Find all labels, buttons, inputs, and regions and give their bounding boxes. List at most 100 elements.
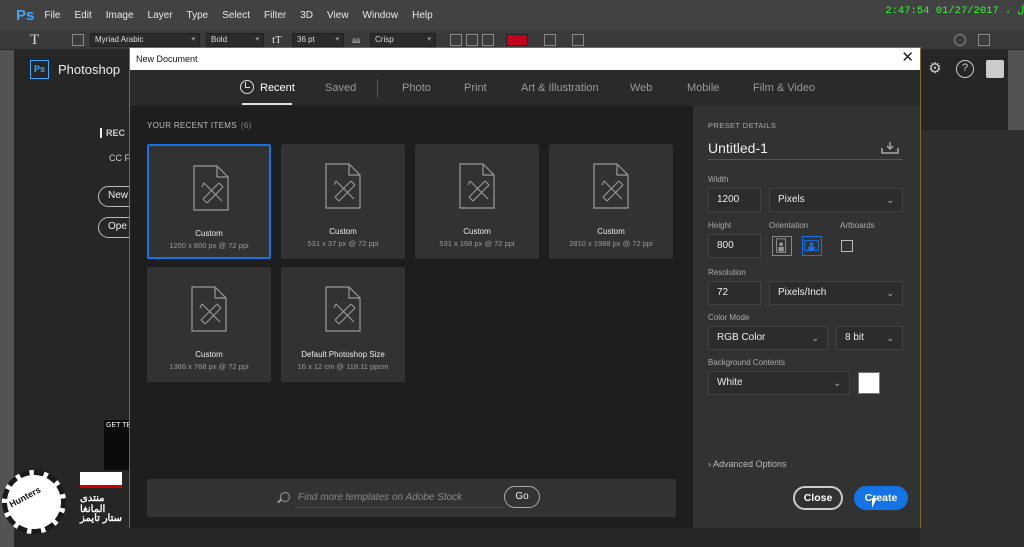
- character-panel-icon[interactable]: [572, 33, 584, 46]
- tab-print[interactable]: Print: [464, 82, 487, 94]
- help-icon[interactable]: ?: [956, 60, 974, 78]
- workspace-icon[interactable]: [978, 33, 990, 46]
- chevron-down-icon: ▾: [335, 35, 339, 43]
- width-input[interactable]: 1200: [708, 188, 761, 212]
- menu-type[interactable]: Type: [187, 10, 209, 21]
- menu-image[interactable]: Image: [106, 10, 134, 21]
- tab-recent[interactable]: Recent: [260, 82, 295, 94]
- tab-photo[interactable]: Photo: [402, 82, 431, 94]
- resolution-input[interactable]: 72: [708, 281, 761, 305]
- recent-item-card[interactable]: Default Photoshop Size 16 x 12 cm @ 118.…: [281, 267, 405, 382]
- photoshop-logo-icon: Ps: [30, 60, 49, 79]
- tab-bar: Recent Saved Photo Print Art & Illustrat…: [130, 70, 920, 106]
- warp-text-icon[interactable]: [544, 33, 556, 46]
- background-color-swatch[interactable]: [858, 372, 880, 394]
- menu-window[interactable]: Window: [363, 10, 399, 21]
- save-preset-icon[interactable]: [881, 141, 899, 154]
- search-underline: [295, 507, 505, 508]
- tab-film-video[interactable]: Film & Video: [753, 82, 815, 94]
- landscape-orientation-button[interactable]: [802, 236, 822, 256]
- recent-fragment: REC: [100, 128, 125, 138]
- align-center-icon[interactable]: [466, 33, 478, 46]
- resolution-unit-select[interactable]: Pixels/Inch ⌄: [769, 281, 903, 305]
- bit-depth-select[interactable]: 8 bit ⌄: [836, 326, 903, 350]
- item-name: Custom: [329, 227, 357, 236]
- chevron-down-icon: ▾: [255, 35, 259, 43]
- menu-select[interactable]: Select: [222, 10, 250, 21]
- menu-view[interactable]: View: [327, 10, 349, 21]
- chevron-down-icon: ⌄: [811, 333, 819, 343]
- menu-edit[interactable]: Edit: [74, 10, 91, 21]
- item-name: Custom: [195, 350, 223, 359]
- artboards-checkbox[interactable]: [841, 240, 853, 252]
- create-button[interactable]: Create: [854, 486, 908, 510]
- font-style-select[interactable]: Bold ▾: [206, 32, 264, 47]
- go-button[interactable]: Go: [504, 486, 540, 508]
- dialog-titlebar: New Document ✕: [130, 48, 920, 70]
- menu-filter[interactable]: Filter: [264, 10, 286, 21]
- stock-search-input[interactable]: Find more templates on Adobe Stock: [298, 492, 462, 503]
- item-name: Custom: [597, 227, 625, 236]
- width-label: Width: [708, 175, 729, 184]
- item-name: Custom: [463, 227, 491, 236]
- background-contents-select[interactable]: White ⌄: [708, 371, 850, 395]
- portrait-orientation-button[interactable]: [772, 236, 792, 256]
- search-icon: [280, 492, 290, 502]
- recent-item-card[interactable]: Custom 1200 x 800 px @ 72 ppi: [147, 144, 271, 259]
- dialog-title: New Document: [136, 54, 198, 64]
- height-label: Height: [708, 221, 732, 230]
- font-size-select[interactable]: 36 pt ▾: [292, 32, 344, 47]
- width-unit-value: Pixels: [778, 194, 805, 205]
- tab-web[interactable]: Web: [630, 82, 652, 94]
- search-icon[interactable]: [954, 33, 966, 46]
- font-size-icon: tT: [272, 33, 282, 46]
- gear-icon[interactable]: ⚙: [926, 60, 944, 78]
- landscape-icon: [804, 240, 819, 251]
- recent-item-card[interactable]: Custom 531 x 168 px @ 72 ppi: [415, 144, 539, 259]
- text-color-swatch[interactable]: [506, 33, 528, 46]
- document-icon: [593, 163, 629, 209]
- clock-icon: [240, 80, 254, 94]
- font-family-select[interactable]: Myriad Arabic ▾: [90, 32, 200, 47]
- align-left-icon[interactable]: [450, 33, 462, 46]
- background-contents-value: White: [717, 377, 743, 388]
- tab-art-illustration[interactable]: Art & Illustration: [521, 82, 599, 94]
- recent-items-label: YOUR RECENT ITEMS: [147, 121, 237, 130]
- document-name-field[interactable]: Untitled-1: [708, 140, 768, 156]
- antialias-select[interactable]: Crisp ▾: [370, 32, 436, 47]
- cc-fragment: CC F: [109, 153, 130, 163]
- menu-file[interactable]: File: [44, 10, 60, 21]
- recent-items-count: (6): [240, 121, 252, 130]
- close-button[interactable]: Close: [793, 486, 843, 510]
- portrait-icon: [776, 238, 787, 253]
- tab-mobile[interactable]: Mobile: [687, 82, 719, 94]
- avatar[interactable]: [986, 60, 1004, 78]
- height-input[interactable]: 800: [708, 234, 761, 258]
- menu-bar: Ps File Edit Image Layer Type Select Fil…: [0, 0, 1024, 30]
- menu-help[interactable]: Help: [412, 10, 433, 21]
- bit-depth-value: 8 bit: [845, 332, 864, 343]
- item-dimensions: 531 x 37 px @ 72 ppi: [307, 239, 379, 248]
- item-name: Custom: [195, 229, 223, 238]
- tab-divider: [377, 79, 378, 98]
- document-icon: [459, 163, 495, 209]
- width-unit-select[interactable]: Pixels ⌄: [769, 188, 903, 212]
- color-mode-label: Color Mode: [708, 313, 750, 322]
- orientation-label: Orientation: [769, 221, 809, 230]
- type-tool-icon[interactable]: T: [30, 32, 48, 48]
- align-right-icon[interactable]: [482, 33, 494, 46]
- recent-item-card[interactable]: Custom 1366 x 768 px @ 72 ppi: [147, 267, 271, 382]
- item-dimensions: 531 x 168 px @ 72 ppi: [439, 239, 515, 248]
- recent-item-card[interactable]: Custom 531 x 37 px @ 72 ppi: [281, 144, 405, 259]
- menu-3d[interactable]: 3D: [300, 10, 313, 21]
- text-orientation-icon[interactable]: [72, 33, 84, 46]
- recent-item-card[interactable]: Custom 2810 x 1988 px @ 72 ppi: [549, 144, 673, 259]
- menu-layer[interactable]: Layer: [148, 10, 173, 21]
- background-contents-label: Background Contents: [708, 358, 785, 367]
- tab-saved[interactable]: Saved: [325, 82, 356, 94]
- font-style-value: Bold: [211, 34, 228, 44]
- color-mode-select[interactable]: RGB Color ⌄: [708, 326, 828, 350]
- close-icon[interactable]: ✕: [901, 50, 914, 66]
- color-mode-value: RGB Color: [717, 332, 766, 343]
- advanced-options-toggle[interactable]: › Advanced Options: [708, 459, 787, 469]
